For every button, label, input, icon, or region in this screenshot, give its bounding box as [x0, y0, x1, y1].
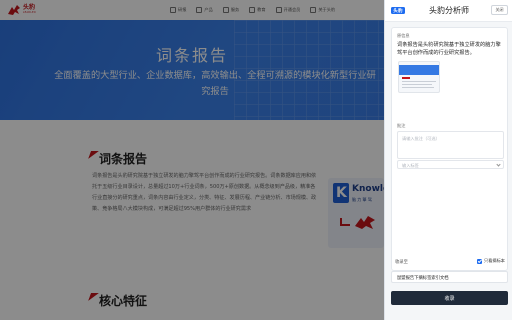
- analyst-side-panel: 头豹 头豹分析师 关闭 原信息 词条报告是头豹研究院基于独立研发的脑力擎驾平台创…: [384, 0, 512, 320]
- source-screenshot-thumbnail[interactable]: [398, 61, 440, 93]
- source-label: 原信息: [397, 33, 410, 38]
- page-overlay: [0, 0, 384, 320]
- thumbnail-line: [402, 84, 432, 86]
- tag-placeholder: 输入标签: [402, 163, 419, 168]
- note-label: 批注: [397, 123, 406, 128]
- chevron-down-icon: [496, 162, 501, 167]
- thumbnail-line: [402, 81, 436, 83]
- panel-header: 头豹 头豹分析师 关闭: [385, 0, 512, 22]
- source-text: 词条报告是头豹研究院基于独立研发的脑力擎驾平台创作而成的行业研究报告。: [397, 42, 501, 56]
- checkbox-label: 只看摘标本: [484, 258, 505, 263]
- note-placeholder: 请输入批注（可选）: [402, 136, 440, 141]
- thumbnail-hero: [399, 65, 439, 75]
- collection-select[interactable]: 鼠盟报告下摘标签索引文档: [391, 271, 508, 283]
- clip-form-card: 原信息 词条报告是头豹研究院基于独立研发的脑力擎驾平台创作而成的行业研究报告。 …: [391, 27, 508, 271]
- collect-row: 收录至 只看摘标本: [391, 256, 508, 266]
- collection-select-value: 鼠盟报告下摘标签索引文档: [397, 276, 449, 282]
- collect-label: 收录至: [395, 260, 408, 265]
- thumbnail-line: [402, 87, 434, 89]
- thumbnail-accent: [402, 77, 410, 79]
- tag-input[interactable]: 输入标签: [397, 160, 504, 169]
- checkbox-checked-icon[interactable]: [477, 258, 483, 264]
- close-button[interactable]: 关闭: [491, 5, 508, 15]
- submit-button[interactable]: 收录: [391, 291, 508, 305]
- note-textarea[interactable]: 请输入批注（可选）: [397, 131, 504, 159]
- web-page: 头豹 LEADLEO 研报 产品 服务 教育 开通会员 关于头豹 词条报告 全面…: [0, 0, 384, 320]
- new-doc-checkbox[interactable]: 只看摘标本: [477, 258, 505, 264]
